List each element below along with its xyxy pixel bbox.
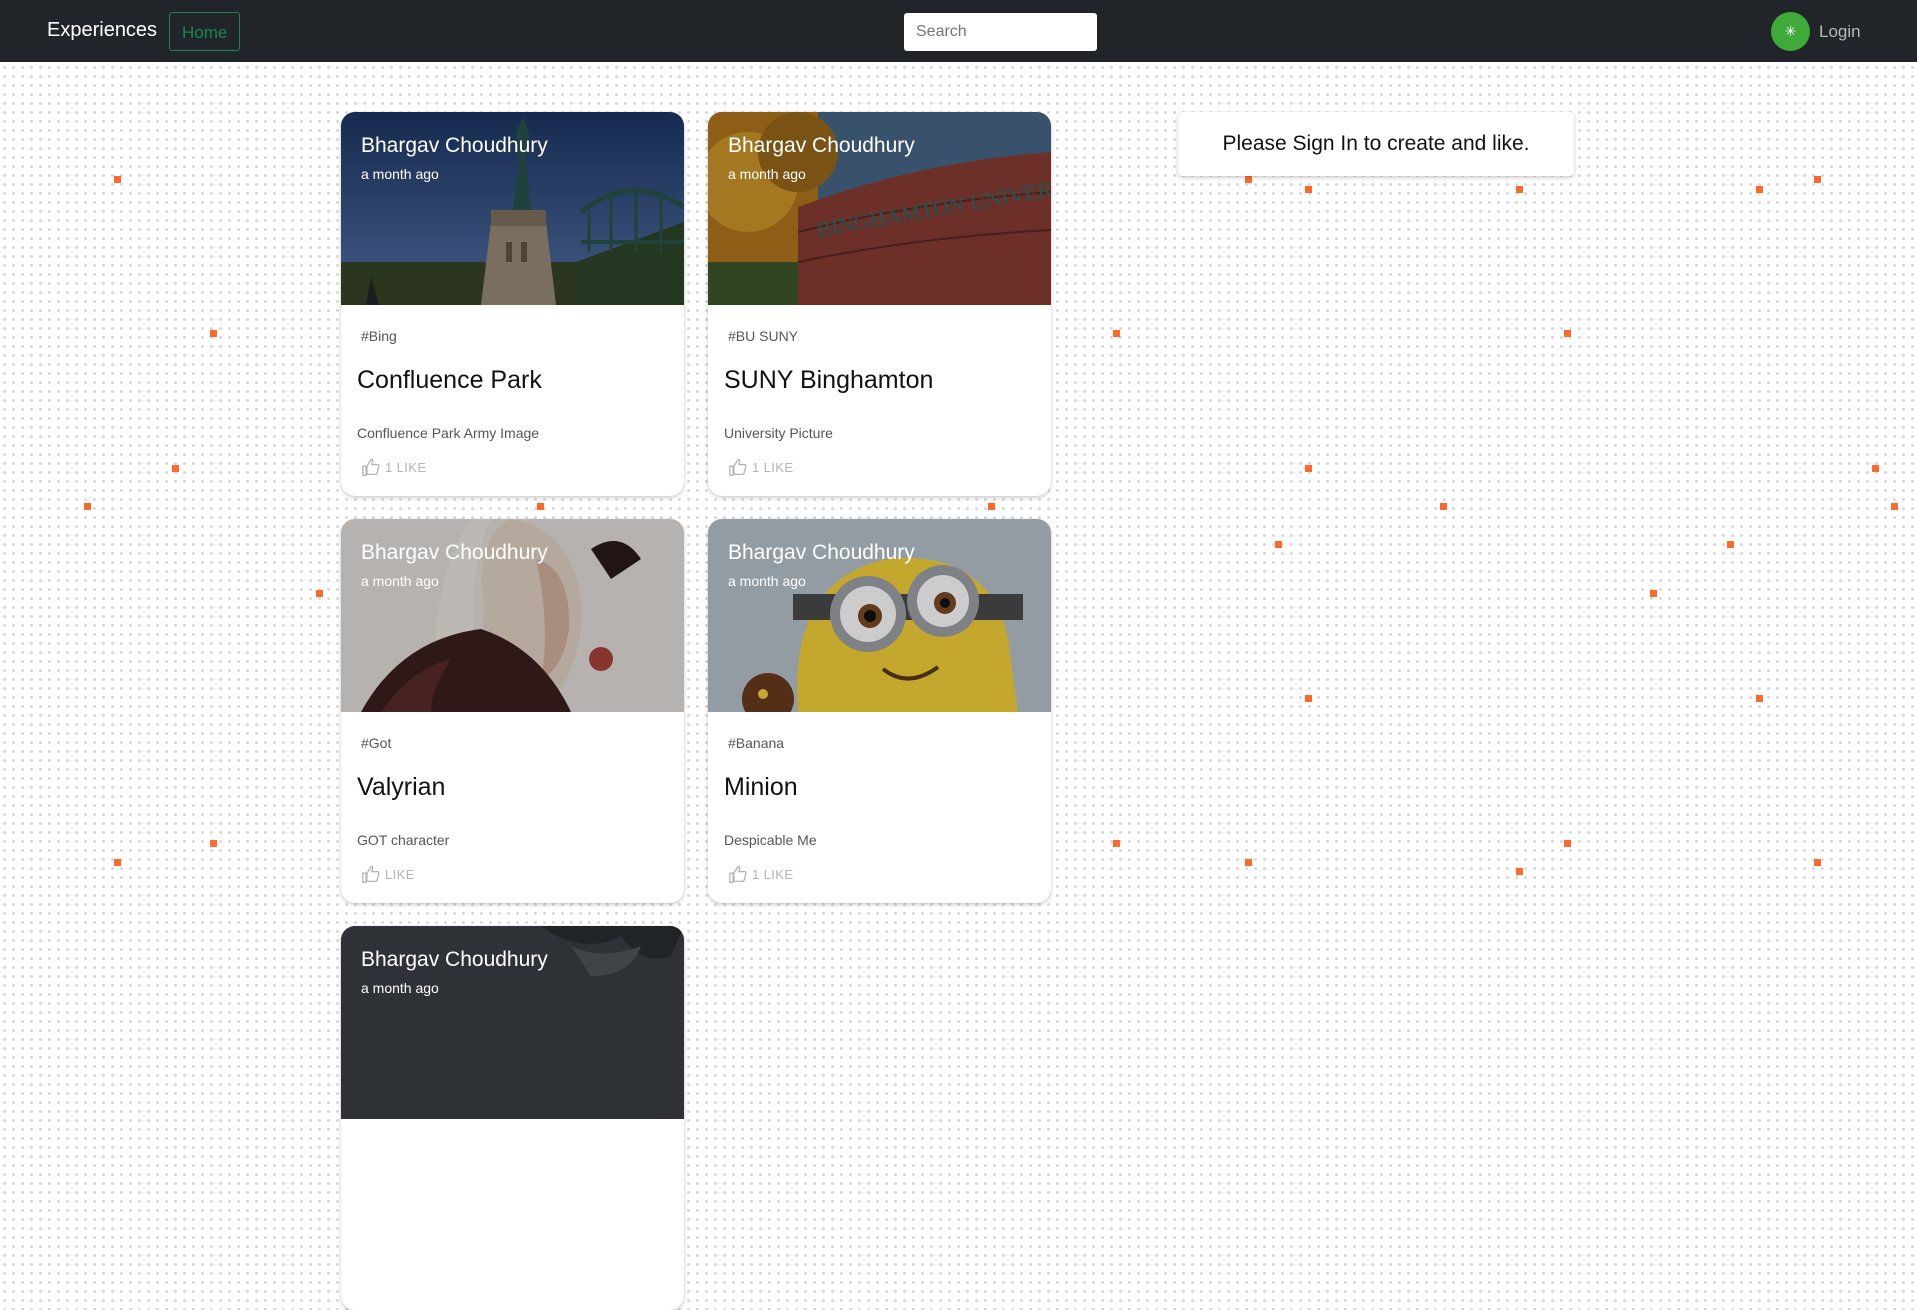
background-dot [1564, 840, 1571, 847]
background-dot [1727, 541, 1734, 548]
card-tag: #Bing [361, 328, 397, 344]
user-avatar[interactable]: ✳ [1771, 12, 1810, 51]
background-dot [988, 503, 995, 510]
top-navbar: Experiences Home ✳ Login [0, 0, 1917, 62]
card-tag: #BU SUNY [728, 328, 799, 344]
background-dot [1245, 859, 1252, 866]
background-dot [1891, 503, 1898, 510]
background-dot [114, 176, 121, 183]
card-description: University Picture [724, 425, 833, 441]
background-dot [1756, 695, 1763, 702]
like-button[interactable]: LIKE [361, 865, 415, 883]
background-dot [537, 503, 544, 510]
like-count: 1 LIKE [385, 459, 427, 475]
experience-card[interactable]: Bhargav Choudhury a month ago #Bing Conf… [341, 112, 684, 496]
background-dot [1814, 859, 1821, 866]
background-dot [1305, 695, 1312, 702]
card-author: Bhargav Choudhury [728, 134, 915, 157]
background-dot [1872, 465, 1879, 472]
card-timestamp: a month ago [728, 573, 806, 589]
thumbs-up-icon [362, 865, 380, 883]
card-timestamp: a month ago [361, 980, 439, 996]
background-dot [1564, 330, 1571, 337]
background-dot [1516, 868, 1523, 875]
card-author: Bhargav Choudhury [361, 948, 548, 971]
card-title: Minion [724, 773, 798, 801]
card-author: Bhargav Choudhury [361, 541, 548, 564]
card-author: Bhargav Choudhury [728, 541, 915, 564]
background-dot [1113, 840, 1120, 847]
experience-card[interactable]: Bhargav Choudhury a month ago #Got Valyr… [341, 519, 684, 903]
experience-card[interactable]: Bhargav Choudhury a month ago [341, 926, 684, 1310]
login-link[interactable]: Login [1819, 22, 1861, 42]
background-dot [316, 590, 323, 597]
background-dot [1113, 330, 1120, 337]
card-description: Confluence Park Army Image [357, 425, 540, 441]
like-count: 1 LIKE [752, 459, 794, 475]
like-button[interactable]: 1 LIKE [361, 458, 426, 476]
background-dot [114, 859, 121, 866]
experience-card[interactable]: Bhargav Choudhury a month ago #Banana Mi… [708, 519, 1051, 903]
home-button[interactable]: Home [169, 12, 241, 51]
background-dot [210, 330, 217, 337]
background-dot [1650, 590, 1657, 597]
like-button[interactable]: 1 LIKE [728, 458, 793, 476]
signin-notice: Please Sign In to create and like. [1178, 112, 1574, 176]
card-author: Bhargav Choudhury [361, 134, 548, 157]
card-title: Confluence Park [357, 366, 542, 394]
card-title: Valyrian [357, 773, 446, 801]
background-dot [1756, 186, 1763, 193]
background-dot [210, 840, 217, 847]
thumbs-up-icon [362, 458, 380, 476]
background-dot [1814, 176, 1821, 183]
background-dot [172, 465, 179, 472]
thumbs-up-icon [729, 865, 747, 883]
card-tag: #Got [361, 735, 392, 751]
experience-card[interactable]: BINGHAMTON UNIVERSITY Bhargav Choudhury … [708, 112, 1051, 496]
like-count: LIKE [385, 866, 415, 882]
search-input[interactable] [904, 13, 1097, 51]
brand-link[interactable]: Experiences [47, 19, 157, 42]
background-dot [1305, 186, 1312, 193]
background-dot [1440, 503, 1447, 510]
like-count: 1 LIKE [752, 866, 794, 882]
card-timestamp: a month ago [361, 166, 439, 182]
background-dot [1516, 186, 1523, 193]
card-tag: #Banana [728, 735, 785, 751]
like-button[interactable]: 1 LIKE [728, 865, 793, 883]
background-dot [1245, 176, 1252, 183]
background-dot [84, 503, 91, 510]
card-title: SUNY Binghamton [724, 366, 934, 394]
background-dot [1275, 541, 1282, 548]
card-timestamp: a month ago [361, 573, 439, 589]
card-description: Despicable Me [724, 832, 817, 848]
card-description: GOT character [357, 832, 450, 848]
thumbs-up-icon [729, 458, 747, 476]
card-timestamp: a month ago [728, 166, 806, 182]
background-dot [1305, 465, 1312, 472]
